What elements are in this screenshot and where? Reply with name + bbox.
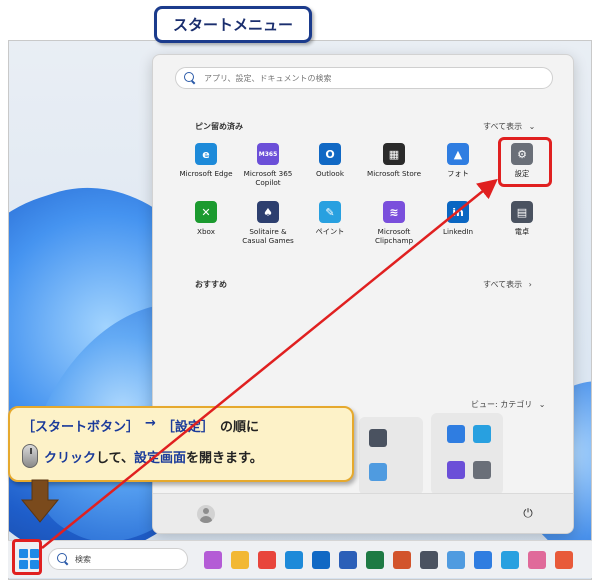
- red-arrow: [41, 178, 498, 549]
- pointer-arrows: [20, 178, 498, 549]
- down-arrow-icon: [20, 479, 60, 523]
- screenshot-stage: スタートメニュー ピン留め済み すべて表示 ⌄ eMicrosoft EdgeM…: [0, 0, 600, 585]
